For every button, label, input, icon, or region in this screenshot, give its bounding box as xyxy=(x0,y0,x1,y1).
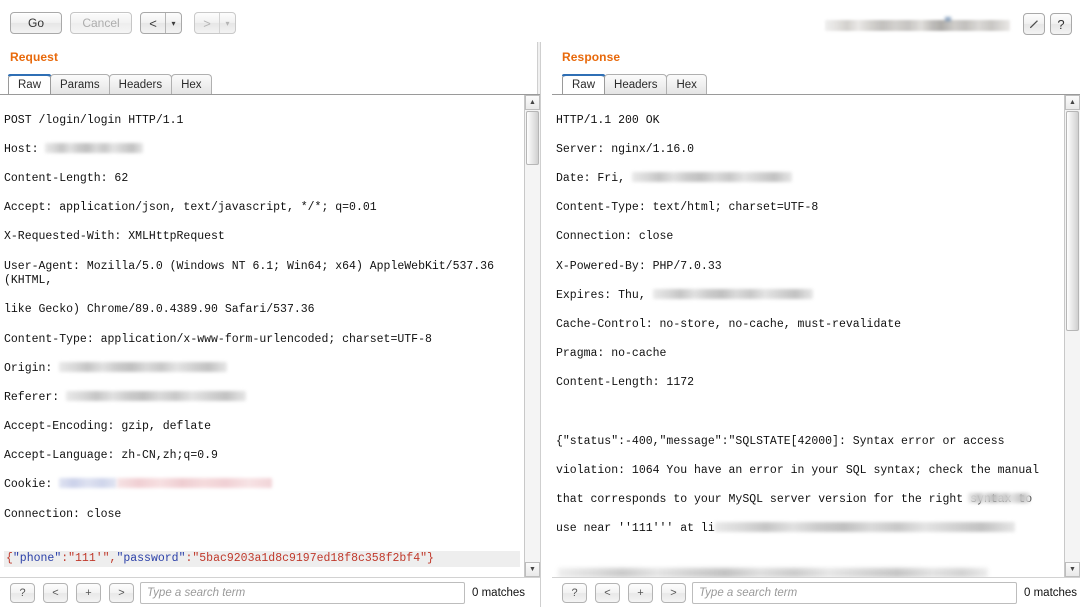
forward-icon: > xyxy=(203,15,211,31)
search-next-button[interactable]: > xyxy=(109,583,134,603)
redacted-target-label xyxy=(825,20,1010,31)
tab-response-raw[interactable]: Raw xyxy=(562,74,606,94)
scroll-thumb[interactable] xyxy=(526,111,539,165)
response-line: Content-Type: text/html; charset=UTF-8 xyxy=(556,201,819,215)
search-help-button[interactable]: ? xyxy=(562,583,587,603)
chevron-down-icon[interactable]: ▾ xyxy=(220,13,235,33)
response-panel: Response Raw Headers Hex HTTP/1.1 200 OK… xyxy=(540,42,1080,607)
response-body-line: {"status":-400,"message":"SQLSTATE[42000… xyxy=(556,434,1005,448)
request-line: Host: xyxy=(4,142,520,158)
request-editor[interactable]: POST /login/login HTTP/1.1 Host: Content… xyxy=(0,94,540,577)
cancel-button[interactable]: Cancel xyxy=(70,12,132,34)
redacted-fragment xyxy=(714,522,1015,533)
response-line: Content-Length: 1172 xyxy=(556,376,695,390)
redacted-referer xyxy=(66,390,247,401)
search-add-button[interactable]: + xyxy=(628,583,653,603)
request-title: Request xyxy=(10,50,59,64)
burp-repeater-window: Go Cancel < ▾ > ▾ ? Request Raw Params H… xyxy=(0,0,1080,607)
search-add-button[interactable]: + xyxy=(76,583,101,603)
scroll-down-icon[interactable]: ▼ xyxy=(1065,562,1080,577)
scroll-up-icon[interactable]: ▲ xyxy=(1065,95,1080,110)
redacted-date xyxy=(631,171,792,182)
redacted-host xyxy=(45,142,144,153)
response-line: Pragma: no-cache xyxy=(556,347,667,361)
search-help-button[interactable]: ? xyxy=(10,583,35,603)
redacted-cookie-name xyxy=(59,478,118,489)
tab-request-raw[interactable]: Raw xyxy=(8,74,52,94)
tab-response-headers[interactable]: Headers xyxy=(604,74,668,94)
response-title: Response xyxy=(562,50,621,64)
help-button[interactable]: ? xyxy=(1050,13,1072,35)
pencil-icon[interactable] xyxy=(1023,13,1045,35)
go-button[interactable]: Go xyxy=(10,12,62,34)
response-line: X-Powered-By: PHP/7.0.33 xyxy=(556,259,722,273)
redacted-expires xyxy=(652,288,813,299)
chevron-down-icon[interactable]: ▾ xyxy=(166,13,181,33)
response-body-line: use near ''111''' at li xyxy=(556,522,1060,537)
request-line: Cookie: xyxy=(4,478,520,493)
request-line: Origin: xyxy=(4,361,520,377)
search-prev-button[interactable]: < xyxy=(595,583,620,603)
back-icon: < xyxy=(149,15,157,31)
back-split-button[interactable]: < ▾ xyxy=(140,12,182,34)
response-scrollbar[interactable]: ▲ ▼ xyxy=(1064,95,1080,577)
response-line: Expires: Thu, xyxy=(556,288,1060,304)
request-line: Accept-Language: zh-CN,zh;q=0.9 xyxy=(4,449,218,463)
response-search-bar: ? < + > 0 matches xyxy=(552,577,1080,607)
top-toolbar: Go Cancel < ▾ > ▾ ? xyxy=(0,0,1080,42)
request-line: Accept: application/json, text/javascrip… xyxy=(4,201,377,215)
request-text[interactable]: POST /login/login HTTP/1.1 Host: Content… xyxy=(0,95,524,577)
forward-split-button[interactable]: > ▾ xyxy=(194,12,236,34)
request-line: Content-Length: 62 xyxy=(4,171,129,185)
response-body-line: that corresponds to your MySQL server ve… xyxy=(556,493,1033,507)
response-line: Connection: close xyxy=(556,230,674,244)
request-line: User-Agent: Mozilla/5.0 (Windows NT 6.1;… xyxy=(4,259,501,288)
scroll-up-icon[interactable]: ▲ xyxy=(525,95,540,110)
response-line: Server: nginx/1.16.0 xyxy=(556,142,695,156)
request-line: like Gecko) Chrome/89.0.4389.90 Safari/5… xyxy=(4,303,315,317)
request-search-bar: ? < + > 0 matches xyxy=(0,577,540,607)
response-line: Cache-Control: no-store, no-cache, must-… xyxy=(556,317,902,331)
request-match-count: 0 matches xyxy=(472,587,526,599)
tab-request-hex[interactable]: Hex xyxy=(171,74,212,94)
response-tabs: Raw Headers Hex xyxy=(562,73,707,94)
response-text[interactable]: HTTP/1.1 200 OK Server: nginx/1.16.0 Dat… xyxy=(552,95,1064,577)
response-body-line: violation: 1064 You have an error in you… xyxy=(556,463,1040,477)
redacted-cookie-value xyxy=(117,478,273,489)
request-body: {"phone":"111'","password":"5bac9203a1d8… xyxy=(4,550,520,568)
response-line: HTTP/1.1 200 OK xyxy=(556,113,660,127)
request-line: Accept-Encoding: gzip, deflate xyxy=(4,420,212,434)
redacted-block-line xyxy=(556,566,1060,577)
response-editor[interactable]: HTTP/1.1 200 OK Server: nginx/1.16.0 Dat… xyxy=(552,94,1080,577)
tab-request-headers[interactable]: Headers xyxy=(108,74,173,94)
request-line: Content-Type: application/x-www-form-url… xyxy=(4,332,432,346)
search-next-button[interactable]: > xyxy=(661,583,686,603)
redacted-fragment xyxy=(968,493,1031,503)
request-line: Referer: xyxy=(4,390,520,406)
search-prev-button[interactable]: < xyxy=(43,583,68,603)
tab-response-hex[interactable]: Hex xyxy=(666,74,707,94)
scroll-thumb[interactable] xyxy=(1066,111,1079,331)
request-search-input[interactable] xyxy=(140,582,465,604)
response-search-input[interactable] xyxy=(692,582,1017,604)
request-line: X-Requested-With: XMLHttpRequest xyxy=(4,230,225,244)
request-line: POST /login/login HTTP/1.1 xyxy=(4,113,184,127)
tab-request-params[interactable]: Params xyxy=(50,74,110,94)
request-tabs: Raw Params Headers Hex xyxy=(8,73,212,94)
scroll-down-icon[interactable]: ▼ xyxy=(525,562,540,577)
response-line: Date: Fri, xyxy=(556,171,1060,187)
request-panel: Request Raw Params Headers Hex POST /log… xyxy=(0,42,540,607)
redacted-origin xyxy=(59,361,228,372)
request-line: Connection: close xyxy=(4,507,122,521)
response-match-count: 0 matches xyxy=(1024,587,1078,599)
request-scrollbar[interactable]: ▲ ▼ xyxy=(524,95,540,577)
